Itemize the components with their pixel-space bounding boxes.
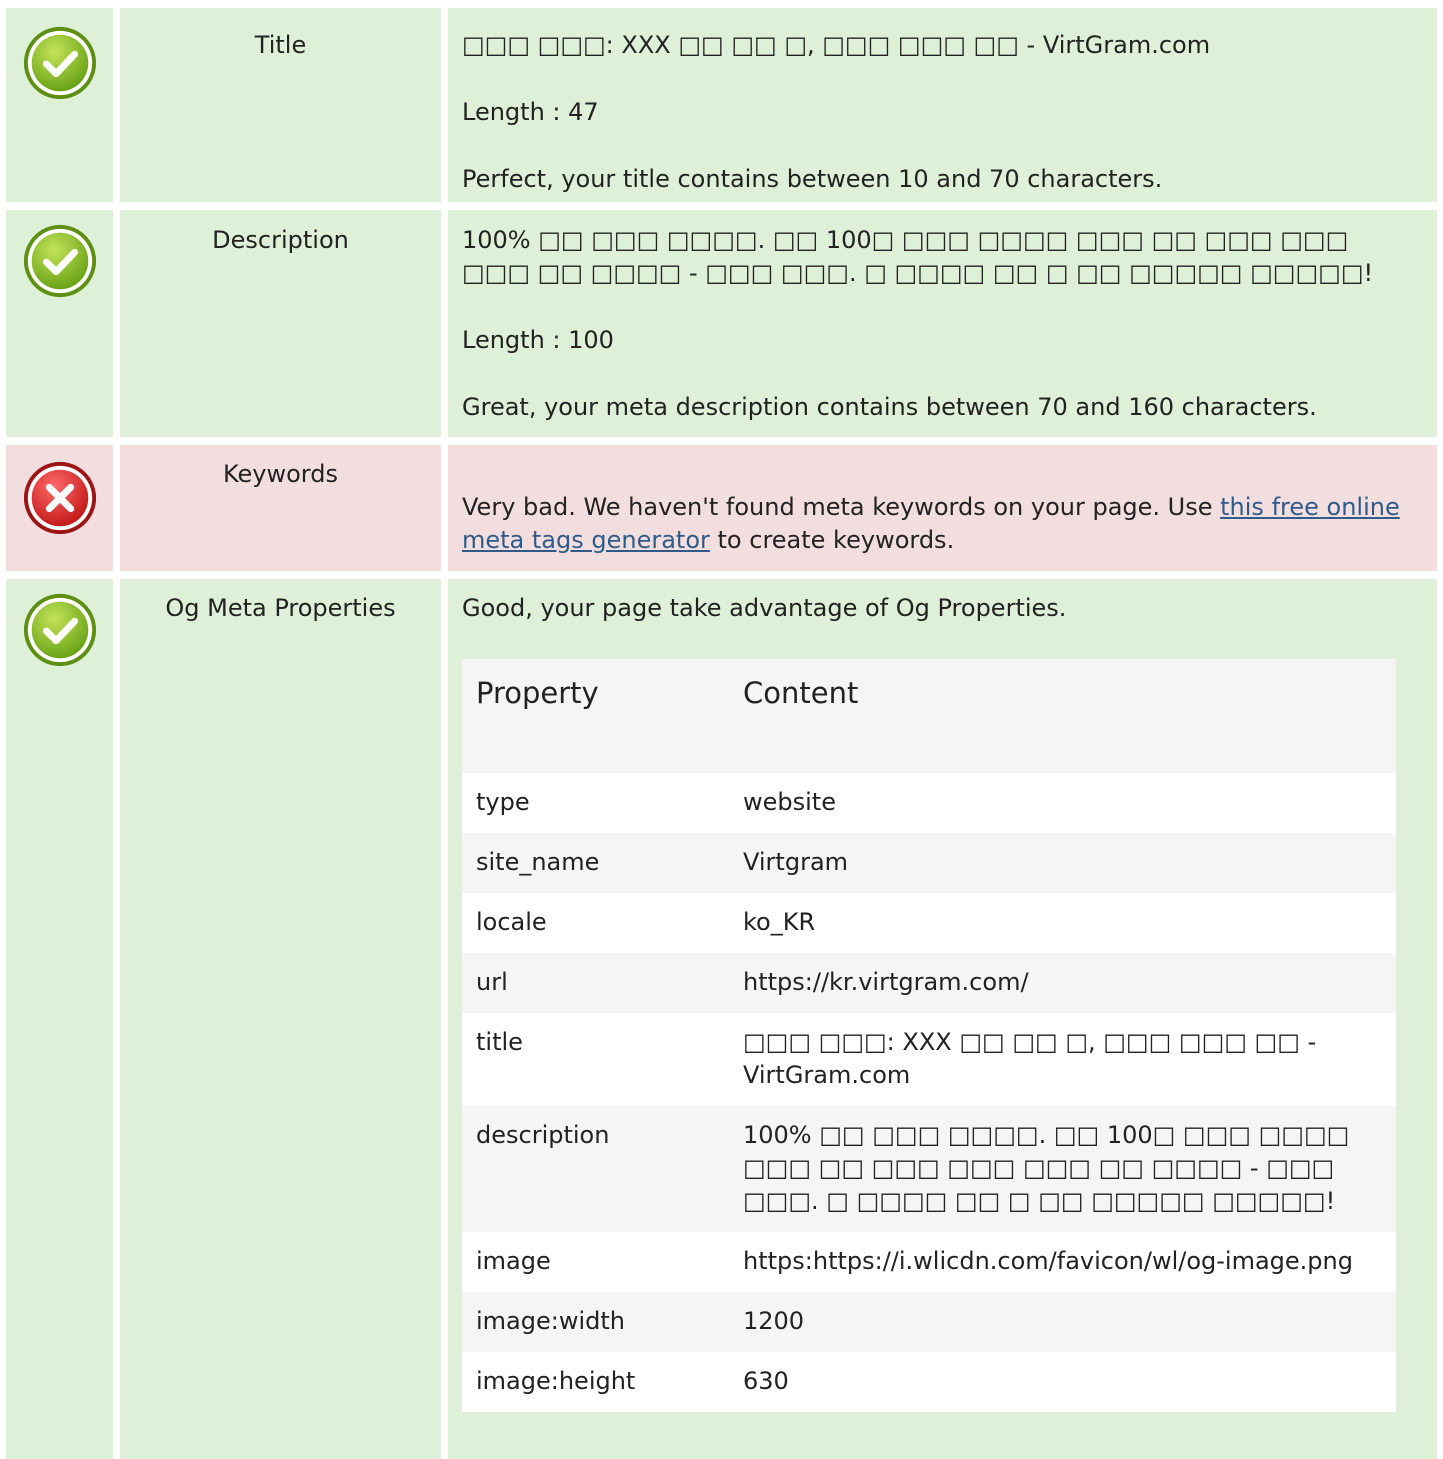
x-circle-icon bbox=[23, 461, 97, 535]
property-cell: title bbox=[462, 1013, 729, 1106]
table-header-content: Content bbox=[729, 659, 1396, 773]
message-text: to create keywords. bbox=[709, 526, 955, 554]
status-cell bbox=[6, 579, 113, 1459]
status-message: Very bad. We haven't found meta keywords… bbox=[462, 491, 1423, 557]
row-label: Og Meta Properties bbox=[120, 579, 441, 1459]
row-content: 100% □□ □□□ □□□□. □□ 100□ □□□ □□□□ □□□ □… bbox=[448, 210, 1437, 437]
row-label: Title bbox=[120, 8, 441, 202]
table-row: url https://kr.virtgram.com/ bbox=[462, 953, 1396, 1013]
table-row: description 100% □□ □□□ □□□□. □□ 100□ □□… bbox=[462, 1106, 1396, 1232]
content-cell: website bbox=[729, 773, 1396, 833]
property-cell: image bbox=[462, 1232, 729, 1292]
keywords-row: Keywords Very bad. We haven't found meta… bbox=[6, 445, 1437, 571]
content-cell: □□□ □□□: XXX □□ □□ □, □□□ □□□ □□ - VirtG… bbox=[729, 1013, 1396, 1106]
table-row: title □□□ □□□: XXX □□ □□ □, □□□ □□□ □□ -… bbox=[462, 1013, 1396, 1106]
length-text: Length : 100 bbox=[462, 326, 614, 354]
check-circle-icon bbox=[23, 593, 97, 667]
status-message: Perfect, your title contains between 10 … bbox=[462, 165, 1163, 193]
property-cell: description bbox=[462, 1106, 729, 1232]
table-row: image:height 630 bbox=[462, 1352, 1396, 1412]
content-cell: Virtgram bbox=[729, 833, 1396, 893]
status-message: Great, your meta description contains be… bbox=[462, 393, 1317, 421]
table-row: image https:https://i.wlicdn.com/favicon… bbox=[462, 1232, 1396, 1292]
content-cell: ko_KR bbox=[729, 893, 1396, 953]
content-cell: 630 bbox=[729, 1352, 1396, 1412]
og-properties-table: Property Content type website site_name … bbox=[462, 659, 1396, 1412]
check-circle-icon bbox=[23, 26, 97, 100]
property-cell: url bbox=[462, 953, 729, 1013]
table-row: type website bbox=[462, 773, 1396, 833]
content-cell: https://kr.virtgram.com/ bbox=[729, 953, 1396, 1013]
content-cell: 100% □□ □□□ □□□□. □□ 100□ □□□ □□□□ □□□ □… bbox=[729, 1106, 1396, 1232]
status-cell bbox=[6, 445, 113, 571]
description-row: Description 100% □□ □□□ □□□□. □□ 100□ □□… bbox=[6, 210, 1437, 437]
row-label: Description bbox=[120, 210, 441, 437]
row-content: Very bad. We haven't found meta keywords… bbox=[448, 445, 1437, 571]
og-properties-row: Og Meta Properties Good, your page take … bbox=[6, 579, 1437, 1459]
title-row: Title □□□ □□□: XXX □□ □□ □, □□□ □□□ □□ -… bbox=[6, 8, 1437, 202]
row-content: □□□ □□□: XXX □□ □□ □, □□□ □□□ □□ - VirtG… bbox=[448, 8, 1437, 202]
content-cell: 1200 bbox=[729, 1292, 1396, 1352]
table-header-property: Property bbox=[462, 659, 729, 773]
description-value: 100% □□ □□□ □□□□. □□ 100□ □□□ □□□□ □□□ □… bbox=[462, 226, 1374, 287]
property-cell: image:width bbox=[462, 1292, 729, 1352]
property-cell: image:height bbox=[462, 1352, 729, 1412]
status-message: Good, your page take advantage of Og Pro… bbox=[462, 594, 1067, 622]
length-text: Length : 47 bbox=[462, 98, 599, 126]
message-text: Very bad. We haven't found meta keywords… bbox=[462, 493, 1221, 521]
content-cell: https:https://i.wlicdn.com/favicon/wl/og… bbox=[729, 1232, 1396, 1292]
row-label: Keywords bbox=[120, 445, 441, 571]
status-cell bbox=[6, 210, 113, 437]
property-cell: site_name bbox=[462, 833, 729, 893]
row-content: Good, your page take advantage of Og Pro… bbox=[448, 579, 1437, 1459]
table-row: locale ko_KR bbox=[462, 893, 1396, 953]
property-cell: locale bbox=[462, 893, 729, 953]
status-cell bbox=[6, 8, 113, 202]
table-row: image:width 1200 bbox=[462, 1292, 1396, 1352]
check-circle-icon bbox=[23, 224, 97, 298]
title-value: □□□ □□□: XXX □□ □□ □, □□□ □□□ □□ - VirtG… bbox=[462, 31, 1211, 59]
property-cell: type bbox=[462, 773, 729, 833]
table-row: site_name Virtgram bbox=[462, 833, 1396, 893]
